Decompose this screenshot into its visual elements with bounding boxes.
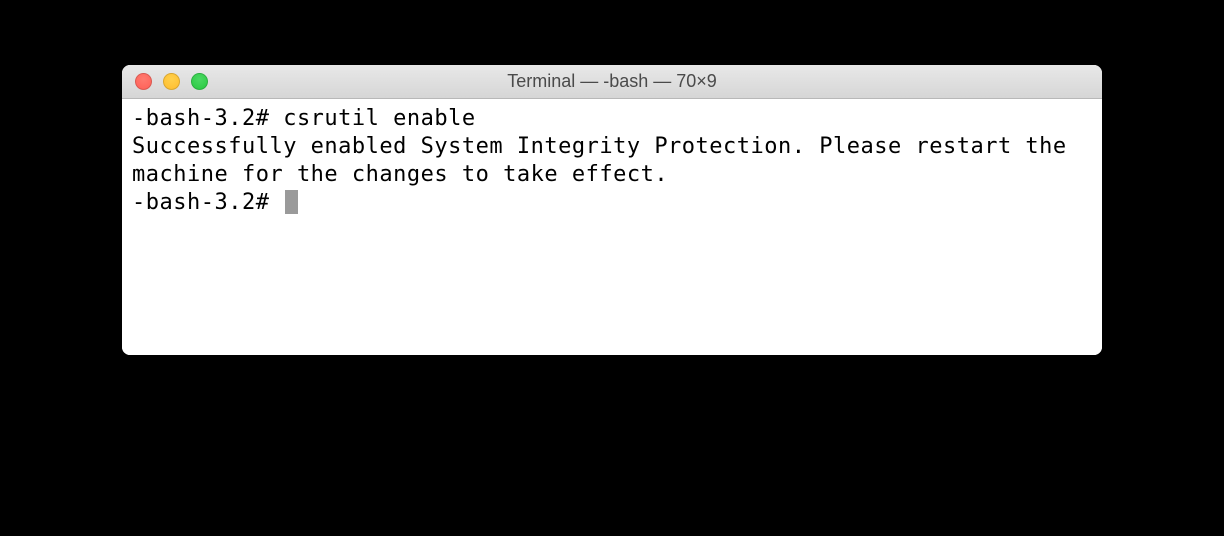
window-title: Terminal — -bash — 70×9 — [122, 71, 1102, 92]
minimize-icon[interactable] — [163, 73, 180, 90]
terminal-line: Successfully enabled System Integrity Pr… — [132, 133, 1092, 189]
close-icon[interactable] — [135, 73, 152, 90]
zoom-icon[interactable] — [191, 73, 208, 90]
window-titlebar[interactable]: Terminal — -bash — 70×9 — [122, 65, 1102, 99]
terminal-prompt-line: -bash-3.2# — [132, 189, 1092, 217]
traffic-lights — [122, 73, 208, 90]
terminal-prompt: -bash-3.2# — [132, 190, 283, 215]
terminal-content[interactable]: -bash-3.2# csrutil enableSuccessfully en… — [122, 99, 1102, 355]
cursor-icon — [285, 190, 298, 214]
terminal-window: Terminal — -bash — 70×9 -bash-3.2# csrut… — [122, 65, 1102, 355]
terminal-line: -bash-3.2# csrutil enable — [132, 105, 1092, 133]
